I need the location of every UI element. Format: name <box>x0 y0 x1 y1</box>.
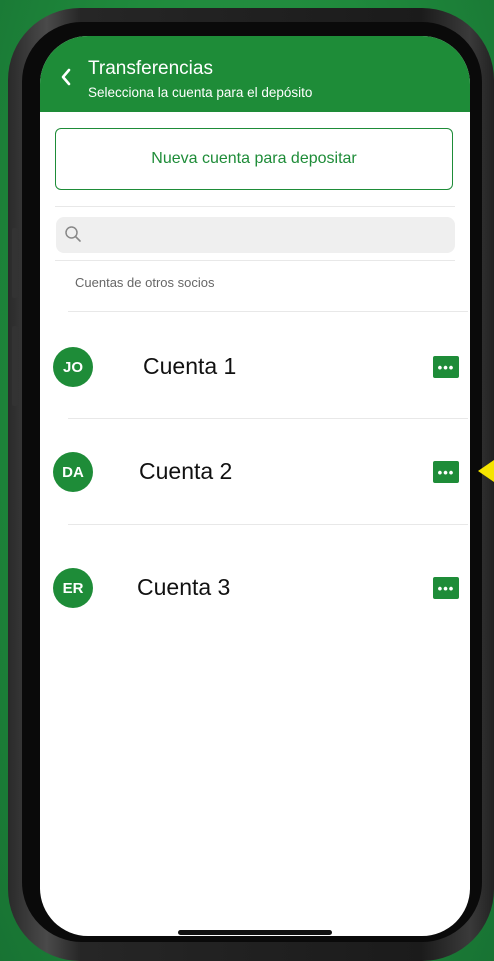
app-screen: Transferencias Selecciona la cuenta para… <box>40 36 470 936</box>
account-name: Cuenta 1 <box>143 353 237 379</box>
divider <box>68 311 468 312</box>
arrow-pointer-icon <box>478 460 494 482</box>
avatar: DA <box>53 452 93 492</box>
app-header: Transferencias Selecciona la cuenta para… <box>40 36 470 112</box>
section-label: Cuentas de otros socios <box>75 275 215 290</box>
more-options-icon[interactable]: ••• <box>433 356 459 378</box>
page-title: Transferencias <box>88 58 213 79</box>
new-account-button[interactable]: Nueva cuenta para depositar <box>55 128 453 190</box>
account-name: Cuenta 3 <box>137 574 231 600</box>
home-indicator[interactable] <box>178 930 332 935</box>
account-name: Cuenta 2 <box>139 458 233 484</box>
account-row[interactable]: ER Cuenta 3 ••• <box>40 558 470 618</box>
more-options-icon[interactable]: ••• <box>433 461 459 483</box>
chevron-left-icon[interactable] <box>58 66 76 88</box>
more-options-icon[interactable]: ••• <box>433 577 459 599</box>
page-subtitle: Selecciona la cuenta para el depósito <box>88 85 313 100</box>
divider <box>55 260 455 261</box>
divider <box>68 418 468 419</box>
divider <box>55 206 455 207</box>
divider <box>68 524 468 525</box>
search-icon <box>65 226 81 242</box>
avatar: ER <box>53 568 93 608</box>
volume-button <box>12 326 18 406</box>
account-row[interactable]: JO Cuenta 1 ••• <box>40 337 470 397</box>
avatar: JO <box>53 347 93 387</box>
search-input[interactable] <box>56 217 455 253</box>
volume-button <box>12 228 18 298</box>
account-row[interactable]: DA Cuenta 2 ••• <box>40 442 470 502</box>
